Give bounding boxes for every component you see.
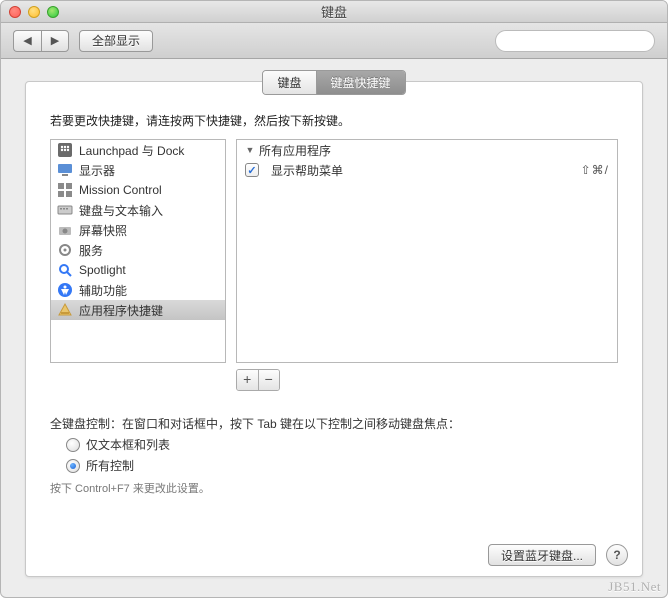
keyboard-icon [57, 202, 73, 218]
search-input[interactable] [506, 34, 661, 48]
disclosure-triangle-icon[interactable]: ▼ [245, 145, 255, 155]
panels: Launchpad 与 Dock 显示器 Mission Control 键盘与… [50, 139, 618, 363]
gear-icon [57, 242, 73, 258]
fka-title: 全键盘控制：在窗口和对话框中，按下 Tab 键在以下控制之间移动键盘焦点： [50, 415, 618, 432]
sidebar-item-label: Mission Control [79, 183, 162, 197]
instruction-text: 若要更改快捷键，请连按两下快捷键，然后按下新按键。 [50, 112, 618, 129]
fka-note: 按下 Control+F7 来更改此设置。 [50, 480, 618, 496]
sidebar-item-label: 辅助功能 [79, 282, 127, 299]
sidebar-item-display[interactable]: 显示器 [51, 160, 225, 180]
radio-label: 所有控制 [86, 457, 134, 474]
sidebar-item-label: Spotlight [79, 263, 126, 277]
sidebar-item-accessibility[interactable]: 辅助功能 [51, 280, 225, 300]
remove-button[interactable]: − [259, 370, 280, 390]
footer: 设置蓝牙键盘... ? [488, 544, 628, 566]
shortcut-row[interactable]: ✓ 显示帮助菜单 ⇧⌘/ [237, 160, 617, 180]
tab-keyboard[interactable]: 键盘 [263, 71, 316, 94]
tabs: 键盘 键盘快捷键 [262, 70, 405, 95]
bluetooth-keyboard-button[interactable]: 设置蓝牙键盘... [488, 544, 596, 566]
sidebar-item-launchpad[interactable]: Launchpad 与 Dock [51, 140, 225, 160]
sidebar-item-label: Launchpad 与 Dock [79, 142, 184, 159]
add-button[interactable]: + [237, 370, 259, 390]
sidebar-item-label: 显示器 [79, 162, 115, 179]
add-remove-control: + − [236, 369, 280, 391]
back-icon: ◀ [23, 34, 31, 47]
nav-segment: ◀ ▶ [13, 30, 69, 52]
sidebar-item-label: 屏幕快照 [79, 222, 127, 239]
category-list[interactable]: Launchpad 与 Dock 显示器 Mission Control 键盘与… [50, 139, 226, 363]
sidebar-item-spotlight[interactable]: Spotlight [51, 260, 225, 280]
back-button[interactable]: ◀ [13, 30, 41, 52]
preferences-window: 键盘 ◀ ▶ 全部显示 键盘 键盘快捷键 若要更改快捷键，请连按两下快捷键，然后 [0, 0, 668, 598]
mission-control-icon [57, 182, 73, 198]
radio-textboxes[interactable]: 仅文本框和列表 [66, 436, 618, 453]
tab-shortcuts[interactable]: 键盘快捷键 [317, 71, 405, 94]
launchpad-icon [57, 142, 73, 158]
display-icon [57, 162, 73, 178]
sidebar-item-label: 应用程序快捷键 [79, 302, 163, 319]
sidebar-item-keyboard-text[interactable]: 键盘与文本输入 [51, 200, 225, 220]
app-shortcut-icon [57, 302, 73, 318]
sidebar-item-screenshot[interactable]: 屏幕快照 [51, 220, 225, 240]
sidebar-item-label: 键盘与文本输入 [79, 202, 163, 219]
radio-icon [66, 438, 80, 452]
group-label: 所有应用程序 [259, 142, 331, 159]
radio-icon [66, 459, 80, 473]
shortcut-key: ⇧⌘/ [581, 163, 609, 177]
full-keyboard-access: 全键盘控制：在窗口和对话框中，按下 Tab 键在以下控制之间移动键盘焦点： 仅文… [50, 415, 618, 496]
shortcut-label: 显示帮助菜单 [271, 162, 343, 179]
tab-row: 键盘 键盘快捷键 [26, 70, 642, 95]
titlebar: 键盘 [1, 1, 667, 23]
content-panel: 键盘 键盘快捷键 若要更改快捷键，请连按两下快捷键，然后按下新按键。 Launc… [25, 81, 643, 577]
watermark: JB51.Net [608, 579, 661, 595]
button-label: 设置蓝牙键盘... [501, 547, 583, 564]
shortcut-list[interactable]: ▼ 所有应用程序 ✓ 显示帮助菜单 ⇧⌘/ [236, 139, 618, 363]
help-button[interactable]: ? [606, 544, 628, 566]
show-all-button[interactable]: 全部显示 [79, 30, 153, 52]
toolbar: ◀ ▶ 全部显示 [1, 23, 667, 59]
sidebar-item-app-shortcuts[interactable]: 应用程序快捷键 [51, 300, 225, 320]
accessibility-icon [57, 282, 73, 298]
show-all-label: 全部显示 [92, 32, 140, 49]
camera-icon [57, 222, 73, 238]
window-title: 键盘 [1, 2, 667, 21]
inner-content: 若要更改快捷键，请连按两下快捷键，然后按下新按键。 Launchpad 与 Do… [26, 82, 642, 510]
forward-icon: ▶ [51, 34, 59, 47]
forward-button[interactable]: ▶ [41, 30, 69, 52]
checkbox[interactable]: ✓ [245, 163, 259, 177]
radio-all-controls[interactable]: 所有控制 [66, 457, 618, 474]
sidebar-item-label: 服务 [79, 242, 103, 259]
shortcut-group-row[interactable]: ▼ 所有应用程序 [237, 140, 617, 160]
sidebar-item-services[interactable]: 服务 [51, 240, 225, 260]
sidebar-item-mission[interactable]: Mission Control [51, 180, 225, 200]
help-icon: ? [613, 548, 620, 562]
search-field[interactable] [495, 30, 655, 52]
spotlight-icon [57, 262, 73, 278]
radio-label: 仅文本框和列表 [86, 436, 170, 453]
